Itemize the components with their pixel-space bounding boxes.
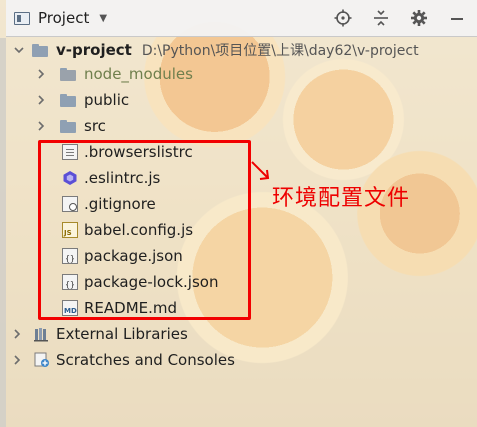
collapse-icon: [374, 10, 388, 26]
chevron-down-icon: ▼: [99, 12, 108, 24]
folder-icon: [60, 93, 76, 107]
folder-icon: [32, 43, 48, 57]
tree-scratches-and-consoles[interactable]: Scratches and Consoles: [12, 347, 235, 373]
tree-folder-node-modules[interactable]: node_modules: [36, 61, 193, 87]
locate-file-button[interactable]: [331, 6, 355, 30]
root-folder-name: v-project: [56, 41, 132, 59]
project-panel-header: Project ▼: [6, 0, 477, 37]
minimize-icon: [451, 18, 463, 20]
target-icon: [334, 9, 352, 27]
chevron-right-icon[interactable]: [12, 329, 22, 339]
folder-name: node_modules: [84, 65, 193, 83]
annotation-label: 环境配置文件: [272, 186, 411, 211]
chevron-right-icon[interactable]: [36, 95, 46, 105]
chevron-right-icon[interactable]: [36, 121, 46, 131]
tree-root-v-project[interactable]: v-project D:\Python\项目位置\上课\day62\v-proj…: [14, 37, 419, 63]
tree-folder-public[interactable]: public: [36, 87, 129, 113]
library-icon: [34, 326, 50, 342]
external-libraries-label: External Libraries: [56, 325, 188, 343]
gear-icon: [411, 10, 427, 26]
project-icon: [14, 11, 30, 25]
config-files-highlight-box: [38, 140, 251, 320]
tree-folder-src[interactable]: src: [36, 113, 106, 139]
panel-title: Project: [38, 9, 90, 27]
chevron-right-icon[interactable]: [36, 69, 46, 79]
hide-panel-button[interactable]: [445, 6, 469, 30]
scratches-label: Scratches and Consoles: [56, 351, 235, 369]
tree-external-libraries[interactable]: External Libraries: [12, 321, 188, 347]
folder-name: public: [84, 91, 130, 109]
root-folder-path: D:\Python\项目位置\上课\day62\v-project: [141, 43, 419, 59]
collapse-all-button[interactable]: [369, 6, 393, 30]
settings-button[interactable]: [407, 6, 431, 30]
folder-name: src: [84, 117, 106, 135]
folder-icon: [60, 119, 76, 133]
chevron-right-icon[interactable]: [12, 355, 22, 365]
left-gutter: [0, 38, 6, 427]
project-view-selector[interactable]: Project ▼: [14, 6, 107, 30]
excluded-folder-icon: [60, 67, 76, 81]
scratches-icon: [34, 352, 50, 368]
chevron-down-icon[interactable]: [14, 45, 24, 55]
header-toolbar: [317, 6, 469, 30]
